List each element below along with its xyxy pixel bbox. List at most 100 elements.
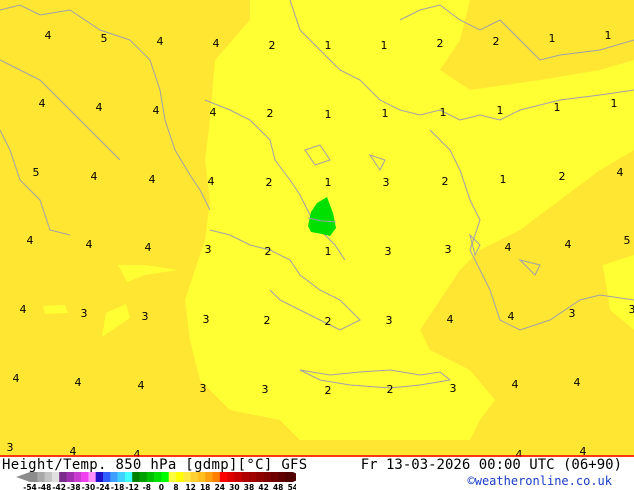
legend-swatch — [30, 472, 38, 482]
height-value-label: 4 — [13, 372, 20, 385]
legend-tick-label: -24 — [96, 483, 110, 490]
height-value-label: 1 — [554, 101, 561, 114]
height-value-label: 1 — [605, 29, 612, 42]
credit-link[interactable]: ©weatheronline.co.uk — [468, 474, 613, 488]
height-value-label: 2 — [559, 170, 566, 183]
legend-swatch — [88, 472, 96, 482]
height-value-label: 1 — [500, 173, 507, 186]
height-value-label: 4 — [20, 303, 27, 316]
legend-swatch — [117, 472, 126, 482]
legend-swatch — [285, 472, 294, 482]
height-value-label: 4 — [157, 35, 164, 48]
height-value-label: 4 — [508, 310, 515, 323]
height-value-label: 4 — [512, 378, 519, 391]
legend-swatch — [278, 472, 286, 482]
legend-swatch — [124, 472, 133, 482]
height-value-label: 1 — [382, 107, 389, 120]
height-value-label: 4 — [75, 376, 82, 389]
height-value-label: 5 — [101, 32, 108, 45]
height-value-label: 2 — [325, 384, 332, 397]
height-value-label: 3 — [569, 307, 576, 320]
height-value-label: 4 — [138, 379, 145, 392]
height-value-label: 1 — [611, 97, 618, 110]
color-scale-legend: -54 -48 -42 -38 -30 -24 -18 -12 -8 0 8 12 18 24 30 38 42… — [16, 472, 296, 490]
legend-swatch — [234, 472, 242, 482]
height-value-label: 2 — [442, 175, 449, 188]
height-value-label: 4 — [91, 170, 98, 183]
height-value-label: 2 — [493, 35, 500, 48]
legend-swatch — [212, 472, 221, 482]
legend-swatch — [37, 472, 45, 482]
legend-swatch — [205, 472, 213, 482]
height-value-label: 3 — [385, 245, 392, 258]
height-value-label: 2 — [266, 176, 273, 189]
height-value-label: 3 — [203, 313, 210, 326]
height-value-label: 2 — [267, 107, 274, 120]
legend-tick-label: -48 — [38, 483, 52, 490]
legend-swatch — [59, 472, 67, 482]
weather-map-view: 4544211221144442111111544421321244443213… — [0, 0, 634, 490]
height-value-label: 2 — [387, 383, 394, 396]
legend-swatch — [270, 472, 279, 482]
height-value-label: 2 — [325, 315, 332, 328]
legend-arrow-right — [292, 472, 296, 482]
legend-swatch — [168, 472, 177, 482]
legend-tick-label: -54 — [23, 483, 37, 490]
legend-tick-label: -30 — [82, 483, 96, 490]
height-value-label: 4 — [39, 97, 46, 110]
legend-tick-label: 54 — [288, 483, 296, 490]
legend-arrow-left — [16, 472, 30, 482]
legend-swatch — [81, 472, 89, 482]
height-value-label: 2 — [437, 37, 444, 50]
forecast-datetime: Fr 13-03-2026 00:00 UTC (06+90) — [360, 457, 622, 473]
height-value-label: 3 — [142, 310, 149, 323]
footer: Height/Temp. 850 hPa [gdmp][°C] GFS Fr 1… — [0, 457, 634, 490]
height-value-label: 4 — [149, 173, 156, 186]
height-value-label: 3 — [81, 307, 88, 320]
legend-swatch — [176, 472, 184, 482]
legend-swatch — [249, 472, 257, 482]
legend-tick-label: 24 — [215, 483, 225, 490]
height-value-label: 4 — [96, 101, 103, 114]
legend-tick-label: 12 — [185, 483, 195, 490]
height-value-label: 3 — [205, 243, 212, 256]
legend-swatch — [183, 472, 191, 482]
legend-swatch — [190, 472, 199, 482]
height-value-label: 5 — [624, 234, 631, 247]
legend-tick-label: 18 — [200, 483, 210, 490]
height-value-label: 4 — [447, 313, 454, 326]
legend-swatch — [197, 472, 206, 482]
map-canvas: 4 5 4 4 2 1 1 2 2 1 1 4 4 4 4 2 1 1 1 1 1 1 5 4 4 4 2 1 3 2 1 2 4 4 4 4 3 2 1 3… — [0, 0, 634, 457]
legend-tick-label: 8 — [173, 483, 178, 490]
legend-swatch — [219, 472, 228, 482]
height-value-label: 4 — [70, 445, 77, 457]
height-value-label: 1 — [325, 39, 332, 52]
legend-tick-label: -8 — [143, 483, 151, 490]
height-value-label: 1 — [325, 245, 332, 258]
height-value-label: 3 — [7, 441, 14, 454]
legend-swatch — [73, 472, 82, 482]
legend-tick-label: -42 — [52, 483, 66, 490]
map-title: Height/Temp. 850 hPa [gdmp][°C] GFS — [2, 457, 308, 473]
height-value-label: 4 — [208, 175, 215, 188]
legend-tick-label: 42 — [258, 483, 268, 490]
height-value-label: 3 — [450, 382, 457, 395]
height-value-label: 4 — [145, 241, 152, 254]
legend-swatch — [241, 472, 250, 482]
legend-swatch — [132, 472, 140, 482]
height-value-label: 3 — [200, 382, 207, 395]
height-value-label: 3 — [629, 303, 634, 316]
height-value-label: 4 — [505, 241, 512, 254]
height-value-label: 2 — [265, 245, 272, 258]
height-value-label: 3 — [386, 314, 393, 327]
legend-swatch — [95, 472, 104, 482]
legend-swatch — [110, 472, 118, 482]
legend-tick-label: 0 — [159, 483, 164, 490]
height-value-label: 4 — [153, 104, 160, 117]
height-value-label: 1 — [497, 104, 504, 117]
height-value-label: 3 — [383, 176, 390, 189]
height-value-label: 4 — [580, 445, 587, 457]
height-value-label: 3 — [262, 383, 269, 396]
height-value-label: 1 — [325, 176, 332, 189]
height-value-label: 4 — [565, 238, 572, 251]
